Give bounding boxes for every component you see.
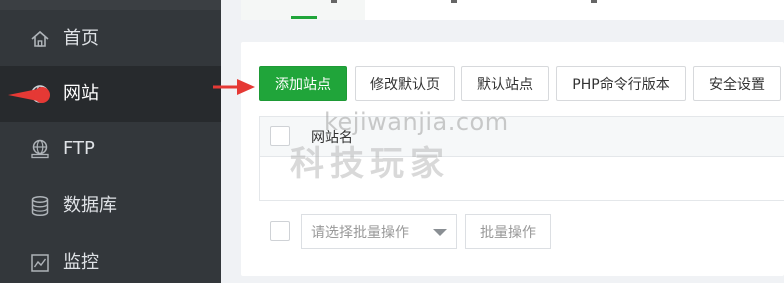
tab-active-underline <box>291 16 317 19</box>
sidebar-top-strip <box>0 0 221 10</box>
batch-operation-select[interactable]: 请选择批量操作 <box>301 214 457 249</box>
annotation-arrow-sidebar <box>8 87 50 103</box>
ftp-icon <box>29 138 51 160</box>
sidebar-item-ftp[interactable]: FTP <box>0 121 221 177</box>
add-site-button[interactable]: 添加站点 <box>259 66 347 101</box>
sidebar: 首页 网站 FTP 数据库 监控 <box>0 0 221 283</box>
sidebar-item-label: 首页 <box>63 28 99 49</box>
tab-label-fragment <box>451 0 457 3</box>
tab-label-fragment <box>331 0 337 3</box>
sidebar-item-database[interactable]: 数据库 <box>0 178 221 234</box>
default-site-button[interactable]: 默认站点 <box>461 66 549 101</box>
watermark-text-cn: 科技玩家 <box>290 144 450 184</box>
batch-select-checkbox[interactable] <box>270 221 290 241</box>
annotation-arrow-add-site <box>213 79 255 95</box>
edit-default-page-button[interactable]: 修改默认页 <box>355 66 455 101</box>
sidebar-item-label: 网站 <box>63 83 99 104</box>
security-settings-button[interactable]: 安全设置 <box>693 66 781 101</box>
sidebar-item-label: 数据库 <box>63 195 117 216</box>
chevron-down-icon <box>433 229 447 236</box>
top-tabs-panel <box>241 0 784 20</box>
batch-operation-button[interactable]: 批量操作 <box>465 214 551 249</box>
database-icon <box>29 195 51 217</box>
php-cli-version-button[interactable]: PHP命令行版本 <box>556 66 686 101</box>
select-all-checkbox[interactable] <box>270 126 290 146</box>
home-icon <box>29 28 51 50</box>
sidebar-item-monitor[interactable]: 监控 <box>0 235 221 283</box>
sidebar-item-label: 监控 <box>63 252 99 273</box>
sidebar-item-label: FTP <box>63 138 95 159</box>
watermark-text-en: kejiwanjia.com <box>324 108 509 136</box>
batch-operation-select-value: 请选择批量操作 <box>311 224 409 241</box>
monitor-icon <box>29 252 51 274</box>
sidebar-item-home[interactable]: 首页 <box>0 11 221 67</box>
tab-label-fragment <box>591 0 597 3</box>
